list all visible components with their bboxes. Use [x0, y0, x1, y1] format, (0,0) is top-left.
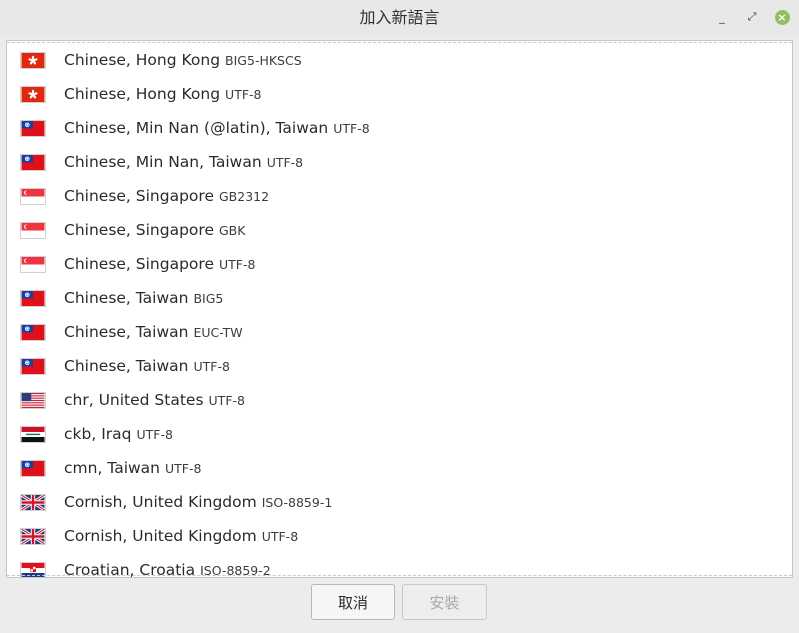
- language-label: Cornish, United Kingdom UTF-8: [64, 527, 298, 545]
- flag-tw-icon: [20, 357, 46, 375]
- language-encoding: UTF-8: [225, 87, 262, 102]
- flag-us-icon: [20, 391, 46, 409]
- language-label: Croatian, Croatia ISO-8859-2: [64, 561, 271, 578]
- install-button[interactable]: 安裝: [402, 584, 487, 620]
- language-row[interactable]: Cornish, United Kingdom UTF-8: [7, 519, 792, 553]
- flag-tw-icon: [20, 289, 46, 307]
- language-row[interactable]: Chinese, Taiwan BIG5: [7, 281, 792, 315]
- flag-tw-icon: [20, 153, 46, 171]
- language-row[interactable]: Chinese, Min Nan (@latin), Taiwan UTF-8: [7, 111, 792, 145]
- flag-hr-icon: [20, 561, 46, 577]
- language-row[interactable]: Chinese, Singapore UTF-8: [7, 247, 792, 281]
- language-name: ckb, Iraq: [64, 425, 132, 443]
- language-encoding: UTF-8: [266, 155, 304, 170]
- language-label: Chinese, Taiwan UTF-8: [64, 357, 230, 375]
- maximize-icon[interactable]: ⤢: [743, 8, 761, 26]
- language-encoding: UTF-8: [333, 121, 370, 136]
- language-name: Chinese, Min Nan, Taiwan: [64, 153, 262, 171]
- flag-gb-icon: [20, 493, 46, 511]
- language-encoding: GBK: [218, 223, 246, 238]
- language-name: Croatian, Croatia: [64, 561, 196, 578]
- language-row[interactable]: chr, United States UTF-8: [7, 383, 792, 417]
- language-encoding: ISO-8859-2: [200, 563, 271, 578]
- language-encoding: ISO-8859-1: [261, 495, 333, 510]
- flag-sg-icon: [20, 187, 46, 205]
- language-row[interactable]: Chinese, Taiwan UTF-8: [7, 349, 792, 383]
- minimize-icon[interactable]: _: [713, 8, 731, 26]
- language-encoding: EUC-TW: [193, 325, 243, 340]
- language-name: Chinese, Hong Kong: [64, 51, 221, 69]
- language-label: Chinese, Hong Kong BIG5-HKSCS: [64, 51, 302, 69]
- flag-tw-icon: [20, 459, 46, 477]
- language-name: Chinese, Singapore: [64, 255, 214, 273]
- language-encoding: GB2312: [218, 189, 270, 204]
- language-name: Chinese, Taiwan: [64, 289, 189, 307]
- language-encoding: UTF-8: [165, 461, 202, 476]
- flag-hk-icon: [20, 51, 46, 69]
- flag-tw-icon: [20, 323, 46, 341]
- language-name: Chinese, Hong Kong: [64, 85, 221, 103]
- language-name: Chinese, Min Nan (@latin), Taiwan: [64, 119, 329, 137]
- language-label: cmn, Taiwan UTF-8: [64, 459, 201, 477]
- language-name: chr, United States: [64, 391, 204, 409]
- title-bar: 加入新語言 _ ⤢ ×: [0, 0, 799, 36]
- close-icon: ×: [774, 9, 790, 25]
- close-button[interactable]: ×: [773, 8, 791, 26]
- language-label: Chinese, Singapore UTF-8: [64, 255, 255, 273]
- language-row[interactable]: Cornish, United Kingdom ISO-8859-1: [7, 485, 792, 519]
- language-encoding: UTF-8: [218, 257, 256, 272]
- language-row[interactable]: Croatian, Croatia ISO-8859-2: [7, 553, 792, 578]
- language-label: Chinese, Hong Kong UTF-8: [64, 85, 262, 103]
- language-list[interactable]: Chinese, Hong Kong BIG5-HKSCS Chinese, Hon…: [6, 40, 793, 578]
- language-row[interactable]: Chinese, Hong Kong UTF-8: [7, 77, 792, 111]
- cancel-button[interactable]: 取消: [311, 584, 395, 620]
- flag-gb-icon: [20, 527, 46, 545]
- language-label: Chinese, Taiwan BIG5: [64, 289, 223, 307]
- language-encoding: UTF-8: [208, 393, 245, 408]
- language-encoding: UTF-8: [136, 427, 173, 442]
- language-name: Chinese, Singapore: [64, 187, 214, 205]
- language-encoding: BIG5-HKSCS: [225, 53, 302, 68]
- language-row[interactable]: Chinese, Taiwan EUC-TW: [7, 315, 792, 349]
- language-label: ckb, Iraq UTF-8: [64, 425, 173, 443]
- language-row[interactable]: Chinese, Min Nan, Taiwan UTF-8: [7, 145, 792, 179]
- flag-hk-icon: [20, 85, 46, 103]
- language-name: Chinese, Taiwan: [64, 323, 189, 341]
- language-row[interactable]: cmn, Taiwan UTF-8: [7, 451, 792, 485]
- language-name: Chinese, Taiwan: [64, 357, 189, 375]
- language-label: Chinese, Min Nan (@latin), Taiwan UTF-8: [64, 119, 370, 137]
- language-name: Cornish, United Kingdom: [64, 493, 257, 511]
- language-label: Chinese, Singapore GB2312: [64, 187, 269, 205]
- flag-tw-icon: [20, 119, 46, 137]
- language-row[interactable]: ckb, Iraq UTF-8: [7, 417, 792, 451]
- language-name: Chinese, Singapore: [64, 221, 214, 239]
- language-label: chr, United States UTF-8: [64, 391, 245, 409]
- language-name: Cornish, United Kingdom: [64, 527, 257, 545]
- language-encoding: BIG5: [193, 291, 224, 306]
- language-label: Cornish, United Kingdom ISO-8859-1: [64, 493, 332, 511]
- language-label: Chinese, Min Nan, Taiwan UTF-8: [64, 153, 303, 171]
- language-encoding: UTF-8: [261, 529, 299, 544]
- window-title: 加入新語言: [359, 8, 440, 27]
- language-row[interactable]: Chinese, Singapore GBK: [7, 213, 792, 247]
- flag-iq-icon: [20, 425, 46, 443]
- flag-sg-icon: [20, 221, 46, 239]
- language-row[interactable]: Chinese, Singapore GB2312: [7, 179, 792, 213]
- language-label: Chinese, Singapore GBK: [64, 221, 245, 239]
- language-name: cmn, Taiwan: [64, 459, 161, 477]
- language-row[interactable]: Chinese, Hong Kong BIG5-HKSCS: [7, 43, 792, 77]
- language-label: Chinese, Taiwan EUC-TW: [64, 323, 243, 341]
- flag-sg-icon: [20, 255, 46, 273]
- language-encoding: UTF-8: [193, 359, 230, 374]
